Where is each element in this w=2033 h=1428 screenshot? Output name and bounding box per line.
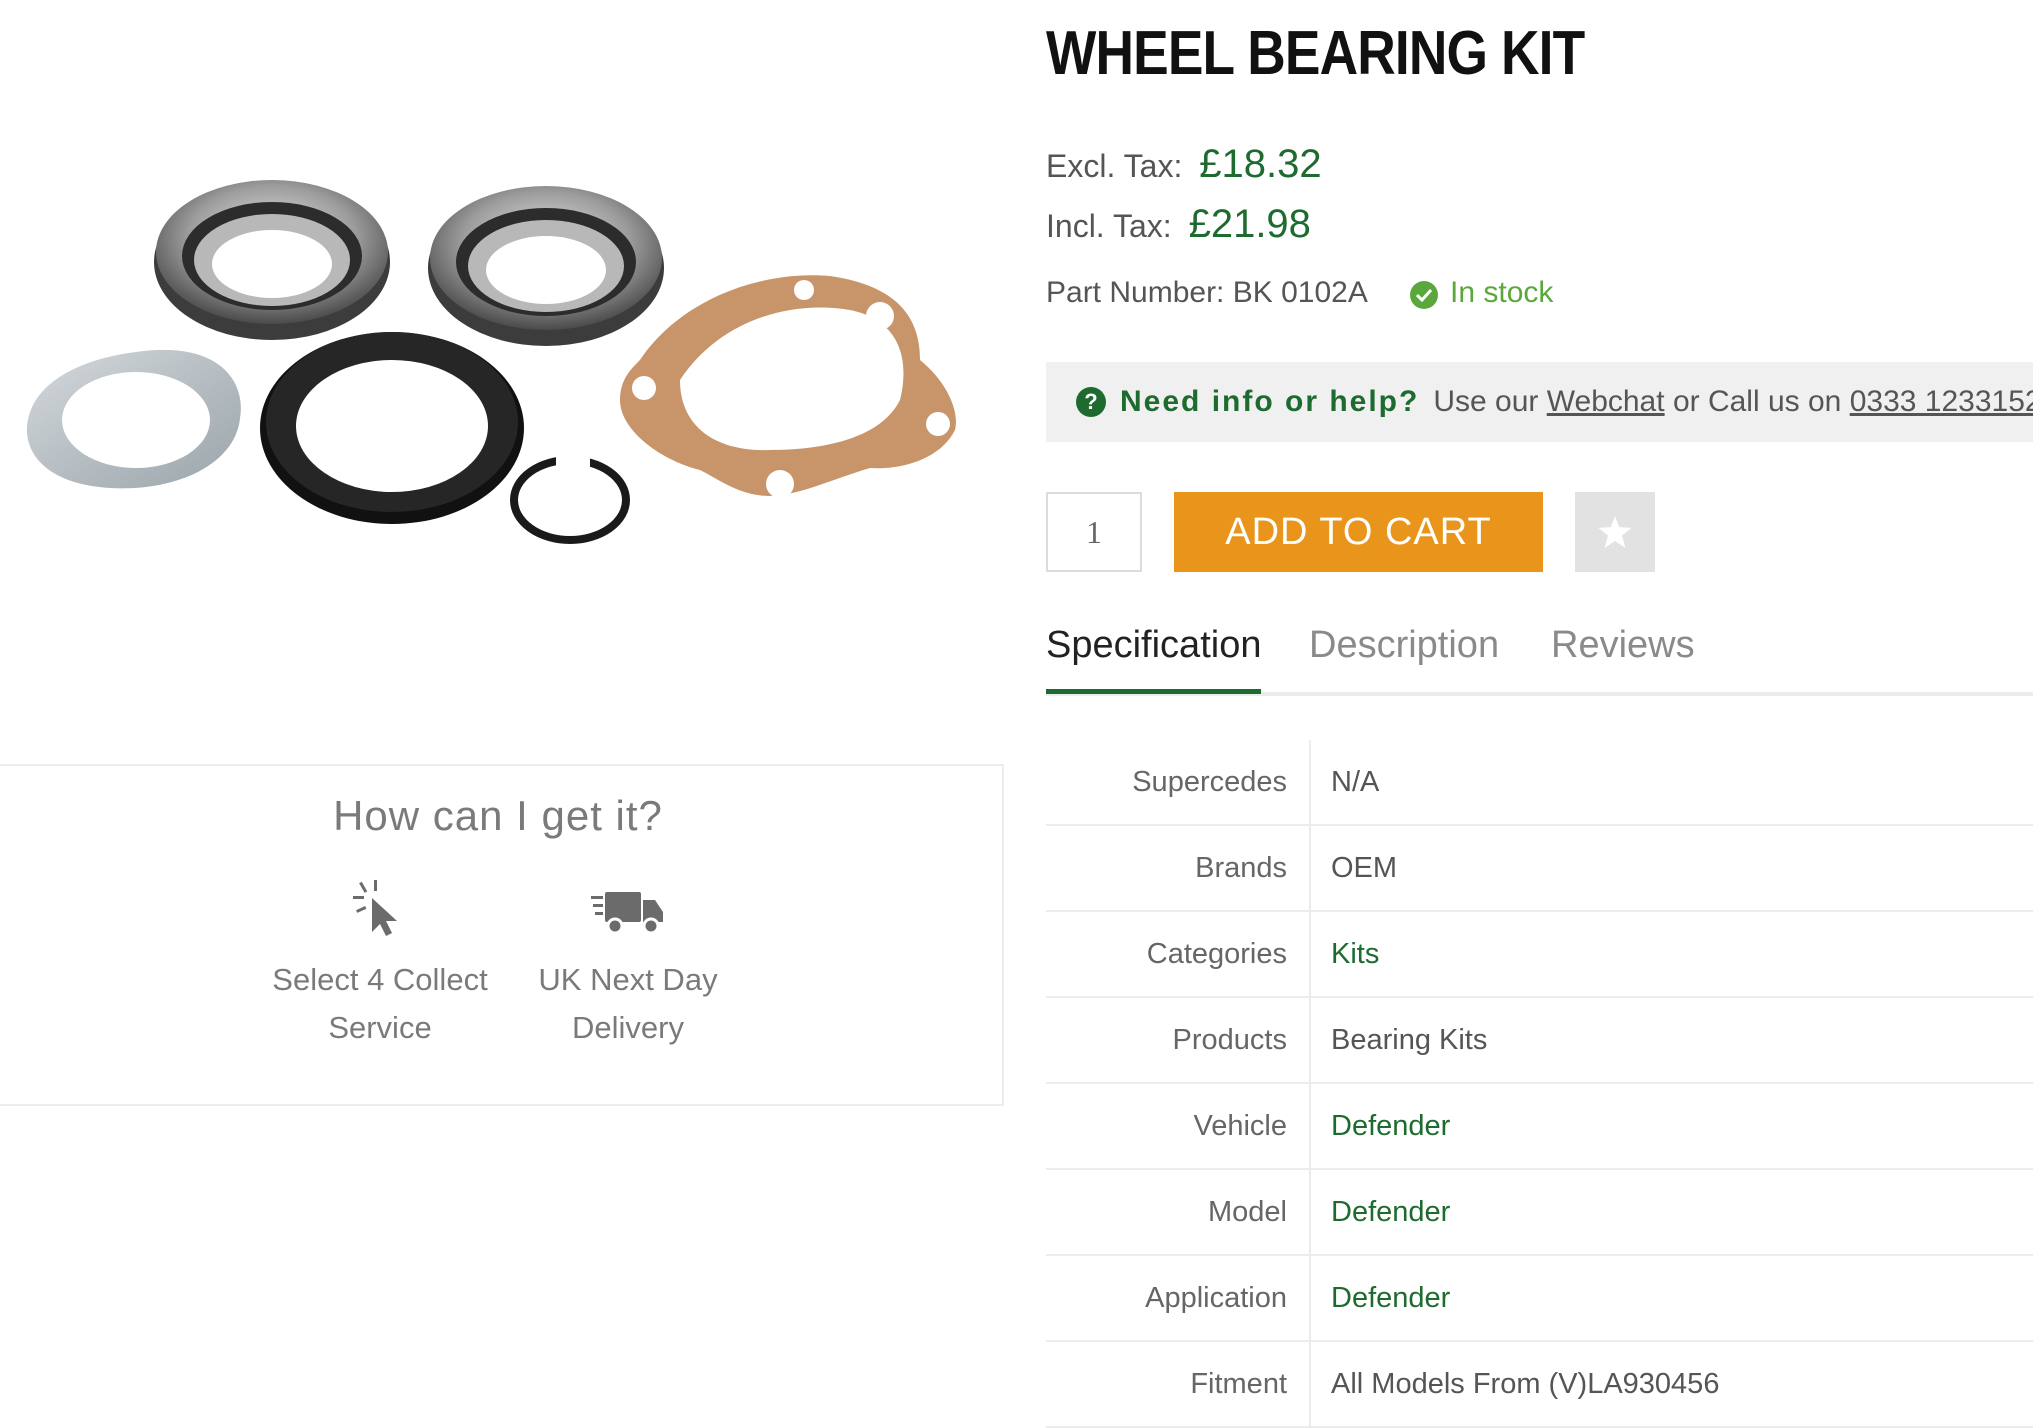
wishlist-button[interactable] (1575, 492, 1655, 572)
price-excl-tax: Excl. Tax: £18.32 (1046, 142, 1322, 187)
spec-row-application: Application Defender (1046, 1255, 2033, 1342)
specification-table: Supercedes N/A Brands OEM Categories Kit… (1046, 740, 2033, 1428)
incl-tax-label: Incl. Tax: (1046, 208, 1172, 244)
spec-value: N/A (1310, 740, 2033, 826)
click-cursor-icon (353, 880, 397, 936)
quantity-input[interactable] (1046, 492, 1142, 572)
spec-value-link[interactable]: Defender (1310, 1255, 2033, 1342)
spec-key: Vehicle (1046, 1083, 1311, 1170)
spec-value-link[interactable]: Defender (1310, 1169, 2033, 1256)
spec-row-products: Products Bearing Kits (1046, 997, 2033, 1084)
spec-row-fitment: Fitment All Models From (V)LA930456 (1046, 1341, 2033, 1428)
incl-tax-price: £21.98 (1188, 202, 1311, 246)
uk-next-day-label-line1: UK Next Day (538, 962, 718, 997)
spec-key: Brands (1046, 825, 1311, 912)
spec-key: Fitment (1046, 1341, 1311, 1428)
wheel-bearing-kit-photo (26, 180, 956, 544)
delivery-title: How can I get it? (333, 792, 663, 839)
excl-tax-price: £18.32 (1199, 142, 1322, 186)
question-icon: ? (1076, 387, 1106, 417)
tab-description[interactable]: Description (1309, 624, 1499, 689)
select-4-collect-label-line1: Select 4 Collect (272, 962, 488, 997)
spec-key: Products (1046, 997, 1311, 1084)
spec-key: Application (1046, 1255, 1311, 1342)
excl-tax-label: Excl. Tax: (1046, 148, 1183, 184)
help-heading: Need info or help? (1120, 385, 1420, 418)
tab-specification[interactable]: Specification (1046, 624, 1262, 694)
select-4-collect-label-line2: Service (328, 1010, 432, 1045)
spec-value: OEM (1310, 825, 2033, 912)
add-to-cart-button[interactable]: ADD TO CART (1174, 492, 1543, 572)
spec-value: All Models From (V)LA930456 (1310, 1341, 2033, 1428)
help-prefix: Use our (1433, 385, 1539, 418)
uk-next-day-delivery-option[interactable]: UK Next Day Delivery (498, 878, 758, 1052)
spec-value-link[interactable]: Defender (1310, 1083, 2033, 1170)
phone-link[interactable]: 0333 1233152 (1850, 385, 2033, 419)
spec-row-supercedes: Supercedes N/A (1046, 740, 2033, 826)
spec-value-link[interactable]: Kits (1310, 911, 2033, 998)
stock-status: In stock (1410, 276, 1553, 310)
delivery-options-panel: How can I get it? Select 4 Collect Servi… (0, 764, 1004, 1106)
spec-value: Bearing Kits (1310, 997, 2033, 1084)
spec-row-categories: Categories Kits (1046, 911, 2033, 998)
spec-row-vehicle: Vehicle Defender (1046, 1083, 2033, 1170)
delivery-truck-icon (591, 892, 663, 935)
spec-key: Supercedes (1046, 740, 1311, 826)
part-number: Part Number: BK 0102A (1046, 276, 1368, 309)
price-incl-tax: Incl. Tax: £21.98 (1046, 202, 1311, 247)
product-tabs: Specification Description Reviews (1046, 612, 2033, 696)
webchat-link[interactable]: Webchat (1547, 385, 1665, 419)
help-bar: ? Need info or help? Use our Webchat or … (1046, 362, 2033, 442)
stock-status-label: In stock (1450, 276, 1554, 309)
help-middle: or Call us on (1672, 385, 1842, 418)
product-image[interactable] (0, 0, 1000, 740)
uk-next-day-label-line2: Delivery (572, 1010, 684, 1045)
star-icon (1598, 516, 1632, 548)
spec-key: Model (1046, 1169, 1311, 1256)
spec-row-brands: Brands OEM (1046, 825, 2033, 912)
tab-reviews[interactable]: Reviews (1551, 624, 1695, 689)
spec-row-model: Model Defender (1046, 1169, 2033, 1256)
select-4-collect-option[interactable]: Select 4 Collect Service (250, 878, 510, 1052)
check-circle-icon (1410, 281, 1438, 309)
product-title: WHEEL BEARING KIT (1046, 19, 1585, 88)
spec-key: Categories (1046, 911, 1311, 998)
